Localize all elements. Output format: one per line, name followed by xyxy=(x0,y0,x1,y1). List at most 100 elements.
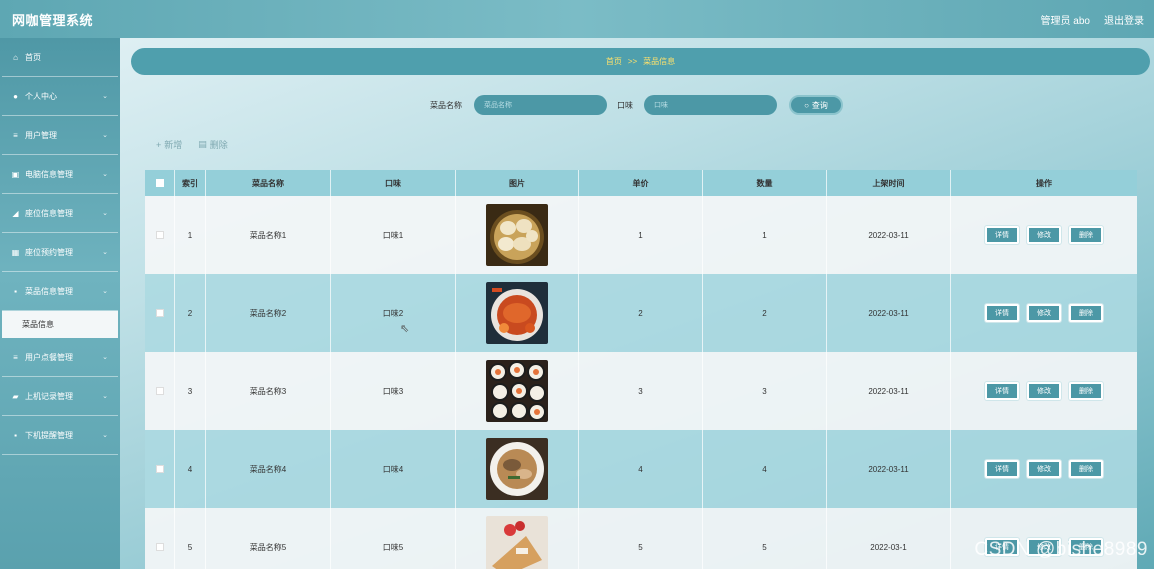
add-button[interactable]: + 新增 xyxy=(156,138,182,151)
cell-quantity: 4 xyxy=(703,430,827,508)
sidebar-item-label: 下机提醒管理 xyxy=(25,430,73,440)
breadcrumb-separator: >> xyxy=(627,57,638,66)
sidebar-item-5[interactable]: ▦ 座位预约管理 ⌄ xyxy=(2,233,118,272)
cell-index: 2 xyxy=(175,274,206,352)
cell-taste: 口味4 xyxy=(331,430,456,508)
cell-index: 5 xyxy=(175,508,206,569)
mouse-cursor-icon: ⇖ xyxy=(400,323,410,335)
table-header: 索引 菜品名称 口味 图片 单价 数量 上架时间 操作 xyxy=(145,170,1137,196)
detail-button[interactable]: 详情 xyxy=(985,382,1019,400)
cell-quantity: 5 xyxy=(703,508,827,569)
top-bar: 网咖管理系统 管理员 abo 退出登录 xyxy=(0,0,1154,38)
cell-operations: 详情 修改 删除 xyxy=(951,274,1137,352)
dish-image[interactable] xyxy=(486,204,548,266)
edit-button[interactable]: 修改 xyxy=(1027,304,1061,322)
delete-button[interactable]: 删除 xyxy=(1069,226,1103,244)
detail-button[interactable]: 详情 xyxy=(985,460,1019,478)
home-icon: ⌂ xyxy=(13,52,18,62)
cell-image xyxy=(456,196,579,274)
plus-icon: + xyxy=(156,139,162,150)
sidebar-item-label: 座位预约管理 xyxy=(25,247,73,257)
table-body: 1 菜品名称1 口味1 1 1 2022-03-11 详情 修改 删除 2 菜品名称2 口味2 2 2 20… xyxy=(145,196,1137,569)
cell-index: 4 xyxy=(175,430,206,508)
detail-button[interactable]: 详情 xyxy=(985,304,1019,322)
cell-index: 1 xyxy=(175,196,206,274)
row-select-cell xyxy=(145,430,175,508)
sidebar-item-label: 菜品信息管理 xyxy=(25,286,73,296)
edit-button[interactable]: 修改 xyxy=(1027,226,1061,244)
col-operations: 操作 xyxy=(1036,178,1052,188)
cell-listed-time: 2022-03-11 xyxy=(827,274,951,352)
logout-link[interactable]: 退出登录 xyxy=(1104,12,1144,27)
edit-button[interactable]: 修改 xyxy=(1027,382,1061,400)
delete-button[interactable]: 删除 xyxy=(1069,304,1103,322)
sidebar-item-label: 上机记录管理 xyxy=(25,391,73,401)
sidebar-item-label: 用户管理 xyxy=(25,130,57,140)
cell-listed-time: 2022-03-1 xyxy=(827,508,951,569)
chevron-down-icon: ⌄ xyxy=(102,432,108,439)
cell-image xyxy=(456,352,579,430)
dish-image[interactable] xyxy=(486,282,548,344)
row-checkbox[interactable] xyxy=(155,387,164,395)
sidebar-subitem-dish-info[interactable]: 菜品信息 xyxy=(2,311,118,338)
dish-image[interactable] xyxy=(486,516,548,569)
cell-price: 3 xyxy=(579,352,703,430)
chevron-down-icon: ⌄ xyxy=(102,132,108,139)
search-button[interactable]: ○ 查询 xyxy=(789,95,843,115)
select-all-checkbox[interactable] xyxy=(155,179,164,187)
breadcrumb-home[interactable]: 首页 xyxy=(606,56,622,67)
apps-icon: ▪ xyxy=(14,430,17,440)
row-checkbox[interactable] xyxy=(155,465,164,473)
breadcrumb-current: 菜品信息 xyxy=(643,57,676,66)
cell-operations: 详情 修改 删除 xyxy=(951,196,1137,274)
cell-listed-time: 2022-03-11 xyxy=(827,430,951,508)
chevron-down-icon: ⌄ xyxy=(102,393,108,400)
col-price: 单价 xyxy=(579,170,703,196)
select-all-cell xyxy=(145,170,175,196)
dish-table: 索引 菜品名称 口味 图片 单价 数量 上架时间 操作 1 菜品名称1 口味1 1 1 2… xyxy=(145,170,1137,569)
dish-image[interactable] xyxy=(486,360,548,422)
sidebar-item-4[interactable]: ◢ 座位信息管理 ⌄ xyxy=(2,194,118,233)
dish-image[interactable] xyxy=(486,438,548,500)
list-icon: ≡ xyxy=(13,352,18,362)
dish-name-label: 菜品名称 xyxy=(430,101,462,110)
sidebar-item-9[interactable]: ▪ 下机提醒管理 ⌄ xyxy=(2,416,118,455)
breadcrumb: 首页 >> 菜品信息 xyxy=(131,48,1150,75)
detail-button[interactable]: 详情 xyxy=(985,226,1019,244)
cell-listed-time: 2022-03-11 xyxy=(827,196,951,274)
delete-button[interactable]: 删除 xyxy=(1069,382,1103,400)
seat-icon: ◢ xyxy=(12,208,19,218)
taste-input[interactable] xyxy=(644,95,777,115)
sidebar-item-label: 座位信息管理 xyxy=(25,208,73,218)
sidebar-item-label: 电脑信息管理 xyxy=(25,169,73,179)
row-select-cell xyxy=(145,352,175,430)
search-bar: 菜品名称 口味 ○ 查询 xyxy=(0,95,1154,115)
table-actions: + 新增 ▤ 删除 xyxy=(156,138,228,151)
col-listed-time: 上架时间 xyxy=(827,170,951,196)
dish-name-input[interactable] xyxy=(474,95,607,115)
batch-delete-button[interactable]: ▤ 删除 xyxy=(198,138,228,151)
cell-taste: 口味5 xyxy=(331,508,456,569)
edit-button[interactable]: 修改 xyxy=(1027,460,1061,478)
sidebar-item-8[interactable]: ▰ 上机记录管理 ⌄ xyxy=(2,377,118,416)
cell-image xyxy=(456,430,579,508)
sidebar-item-2[interactable]: ≡ 用户管理 ⌄ xyxy=(2,116,118,155)
delete-button[interactable]: 删除 xyxy=(1069,460,1103,478)
row-checkbox[interactable] xyxy=(155,309,164,317)
taste-label: 口味 xyxy=(617,101,633,110)
cell-taste: 口味2 xyxy=(331,274,456,352)
sidebar-item-label: 首页 xyxy=(25,52,41,62)
computer-icon: ▣ xyxy=(11,169,20,179)
cell-price: 4 xyxy=(579,430,703,508)
cell-quantity: 2 xyxy=(703,274,827,352)
sidebar-item-6[interactable]: ▪ 菜品信息管理 ⌄ xyxy=(2,272,118,311)
col-quantity: 数量 xyxy=(703,170,827,196)
row-select-cell xyxy=(145,508,175,569)
cell-dish-name: 菜品名称3 xyxy=(206,352,331,430)
row-checkbox[interactable] xyxy=(155,543,164,551)
cell-listed-time: 2022-03-11 xyxy=(827,352,951,430)
row-checkbox[interactable] xyxy=(155,231,164,239)
sidebar-item-0[interactable]: ⌂ 首页 xyxy=(2,38,118,77)
sidebar-item-3[interactable]: ▣ 电脑信息管理 ⌄ xyxy=(2,155,118,194)
sidebar-item-7[interactable]: ≡ 用户点餐管理 ⌄ xyxy=(2,338,118,377)
